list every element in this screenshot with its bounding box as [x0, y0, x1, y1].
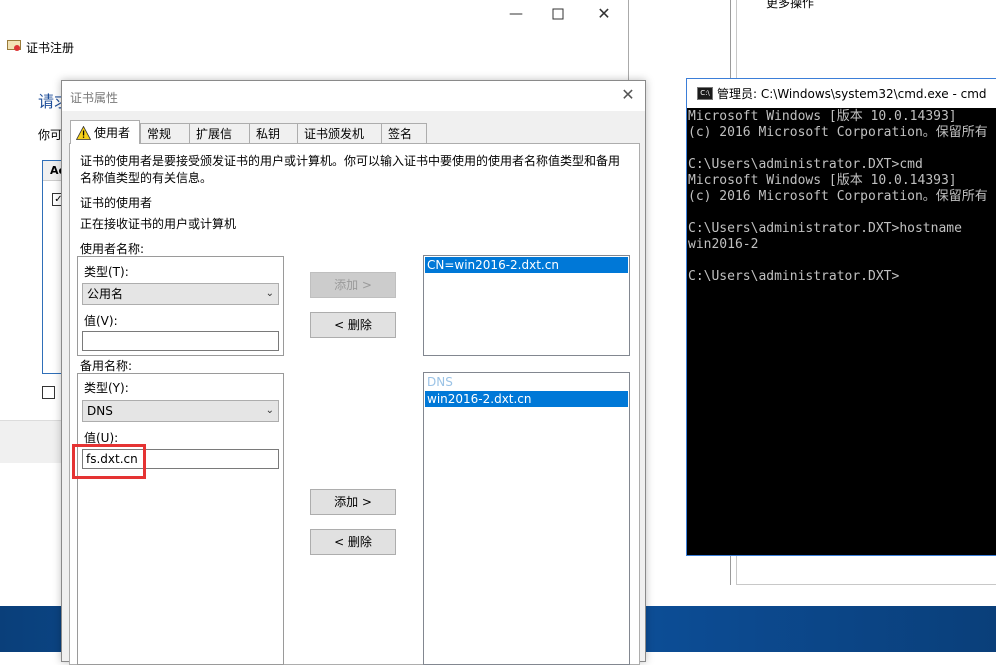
list-item[interactable]: CN=win2016-2.dxt.cn — [425, 257, 628, 273]
tab-subject[interactable]: 使用者 — [70, 120, 140, 144]
close-button[interactable]: ✕ — [619, 86, 637, 104]
tab-general[interactable]: 常规 — [140, 123, 190, 143]
subject-name-label: 使用者名称: — [80, 242, 145, 256]
dialog-title: 证书属性 — [70, 91, 119, 105]
wizard-footer — [0, 420, 62, 463]
page-text: 你可 — [38, 128, 63, 142]
type-label: 类型(T): — [84, 265, 129, 279]
terminal-line: C:\Users\administrator.DXT>hostname — [688, 221, 962, 236]
subject-name-list[interactable]: CN=win2016-2.dxt.cn — [423, 255, 630, 356]
more-actions-link[interactable]: 更多操作 — [766, 0, 814, 11]
terminal-line: (c) 2016 Microsoft Corporation。保留所有 — [688, 125, 988, 140]
window-title: 管理员: C:\Windows\system32\cmd.exe - cmd — [717, 87, 987, 101]
cmd-window: C:\ 管理员: C:\Windows\system32\cmd.exe - c… — [686, 78, 996, 556]
description-text: 证书的使用者是要接受颁发证书的用户或计算机。你可以输入证书中要使用的使用者名称值… — [80, 154, 621, 168]
list-group-header: DNS — [427, 375, 453, 389]
terminal-icon: C:\ — [697, 87, 713, 100]
subject-remove-button[interactable]: < 删除 — [310, 312, 396, 338]
close-button[interactable]: ✕ — [596, 6, 612, 22]
maximize-button[interactable] — [550, 6, 566, 22]
subject-type-dropdown[interactable]: 公用名 ⌄ — [82, 283, 279, 305]
tab-extensions[interactable]: 扩展信息 — [189, 123, 250, 161]
dialog-titlebar — [62, 81, 645, 111]
terminal-line: (c) 2016 Microsoft Corporation。保留所有 — [688, 189, 988, 204]
terminal-line: C:\Users\administrator.DXT>cmd — [688, 157, 923, 172]
subject-value-input[interactable] — [82, 331, 279, 351]
terminal-line: Microsoft Windows [版本 10.0.14393] — [688, 173, 957, 188]
value-label: 值(V): — [84, 314, 118, 328]
dropdown-value: DNS — [87, 404, 113, 418]
terminal-line: C:\Users\administrator.DXT> — [688, 269, 900, 284]
tab-signature[interactable]: 签名 — [381, 123, 427, 143]
tab-private-key[interactable]: 私钥 — [249, 123, 298, 143]
description-text: 名称值类型的有关信息。 — [80, 171, 213, 185]
show-all-checkbox[interactable] — [42, 386, 55, 399]
chevron-down-icon: ⌄ — [265, 405, 274, 416]
list-item[interactable]: win2016-2.dxt.cn — [425, 391, 628, 407]
terminal-output[interactable]: Microsoft Windows [版本 10.0.14393] (c) 20… — [687, 108, 996, 555]
alternative-name-label: 备用名称: — [80, 359, 133, 373]
warning-icon — [76, 126, 91, 140]
subject-heading: 证书的使用者 — [80, 196, 153, 210]
tab-label: 使用者 — [94, 126, 131, 140]
dropdown-value: 公用名 — [87, 287, 124, 301]
terminal-line: win2016-2 — [688, 237, 759, 252]
divider — [736, 584, 996, 585]
certificate-icon — [7, 40, 21, 51]
minimize-button[interactable]: — — [508, 6, 524, 22]
tab-certification-authority[interactable]: 证书颁发机构 — [297, 123, 382, 161]
window-title: 证书注册 — [26, 41, 75, 55]
chevron-down-icon: ⌄ — [265, 288, 274, 299]
alternative-add-button[interactable]: 添加 > — [310, 489, 396, 515]
subject-description: 正在接收证书的用户或计算机 — [80, 217, 237, 231]
certificate-properties-dialog: 证书属性 ✕ 使用者 常规 扩展信息 私钥 证书颁发机构 签名 证书的使用者是要… — [61, 80, 646, 665]
terminal-line: Microsoft Windows [版本 10.0.14393] — [688, 109, 957, 124]
type-label: 类型(Y): — [84, 381, 129, 395]
highlight-annotation — [72, 444, 146, 479]
alternative-name-list[interactable]: DNS win2016-2.dxt.cn — [423, 372, 630, 665]
alternative-remove-button[interactable]: < 删除 — [310, 529, 396, 555]
subject-add-button[interactable]: 添加 > — [310, 272, 396, 298]
alternative-type-dropdown[interactable]: DNS ⌄ — [82, 400, 279, 422]
